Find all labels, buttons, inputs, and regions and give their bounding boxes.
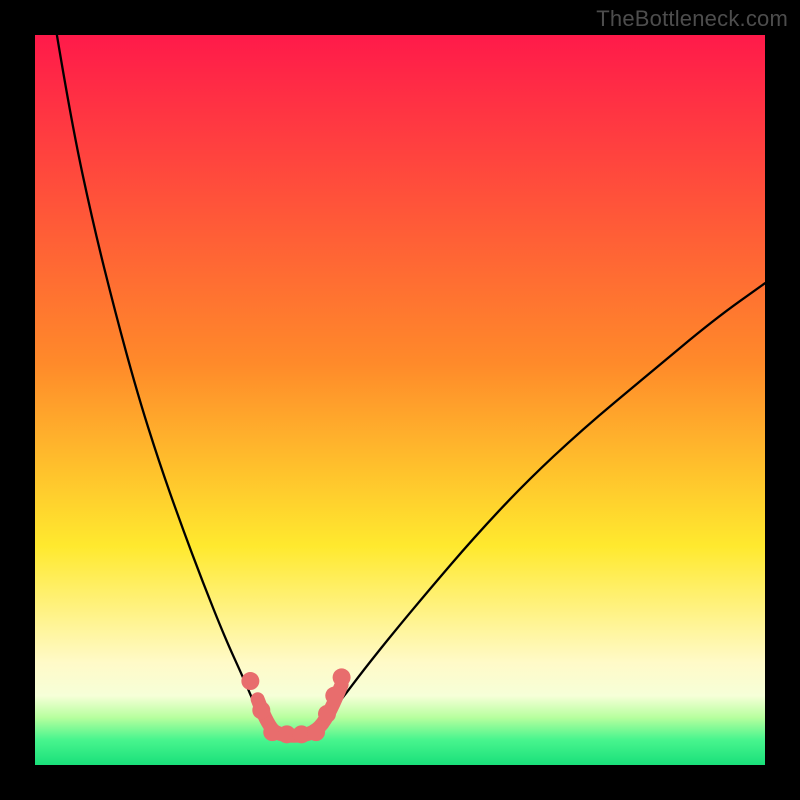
valley-dot — [252, 701, 270, 719]
watermark-label: TheBottleneck.com — [596, 6, 788, 32]
valley-dot — [325, 687, 343, 705]
chart-svg — [35, 35, 765, 765]
valley-dot — [307, 723, 325, 741]
right-curve — [327, 283, 765, 717]
valley-dot — [318, 705, 336, 723]
left-curve — [57, 35, 261, 718]
valley-dot — [333, 668, 351, 686]
outer-frame: TheBottleneck.com — [0, 0, 800, 800]
valley-dot — [241, 672, 259, 690]
